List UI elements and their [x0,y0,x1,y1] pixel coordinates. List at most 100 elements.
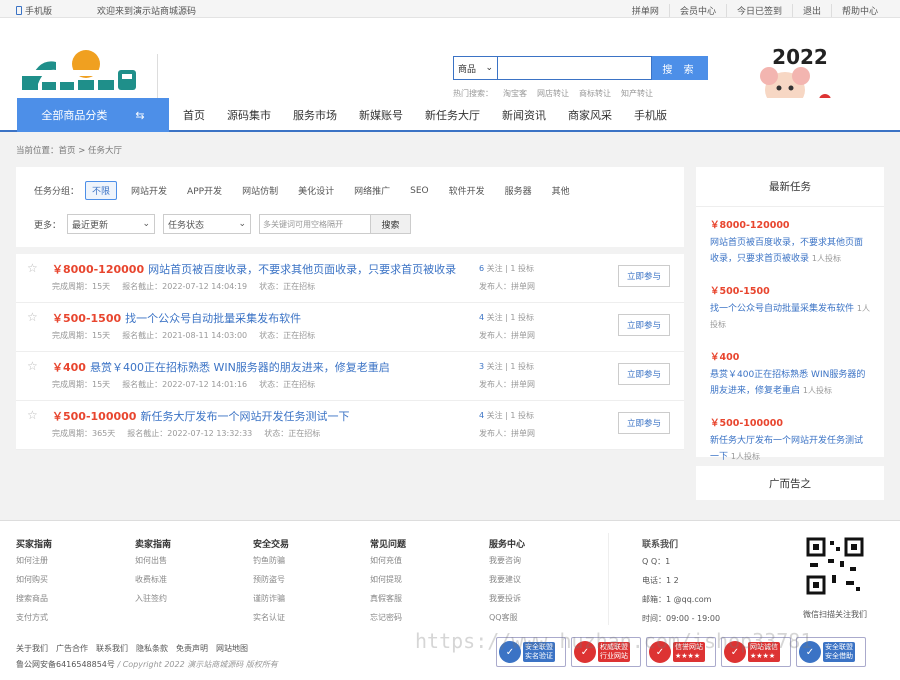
nav-item-home[interactable]: 首页 [183,107,205,123]
top-link-help[interactable]: 帮助中心 [830,4,888,17]
footer-link[interactable]: 入驻签约 [135,593,171,604]
latest-task-item[interactable]: ￥500-100000 新任务大厅发布一个网站开发任务测试一下 1人投标 [710,405,870,471]
top-links: 拼单网 会员中心 今日已签到 退出 帮助中心 [622,4,888,17]
footer-col-faq: 常见问题 如何充值 如何提现 真假客服 忘记密码 [370,540,407,623]
task-title[interactable]: 新任务大厅发布一个网站开发任务测试一下 [140,410,349,423]
filter-chip[interactable]: APP开发 [181,182,228,199]
icp-record: 鲁公网安备6416548854号 / Copyright 2022 演示站商城源… [16,660,278,669]
footer-col-seller: 卖家指南 如何出售 收费标准 入驻签约 [135,540,172,604]
top-link-logout[interactable]: 退出 [791,4,831,17]
filter-chip[interactable]: 网站开发 [125,182,173,199]
swap-arrows-icon: ⇆ [135,108,145,122]
filter-chip[interactable]: 网站仿制 [236,182,284,199]
top-link-pindan[interactable]: 拼单网 [622,4,669,17]
top-link-member[interactable]: 会员中心 [668,4,726,17]
status-select[interactable]: 任务状态 ⌄ [163,214,252,234]
task-title[interactable]: 悬赏￥400正在招标熟悉 WIN服务器的朋友进来，修复老重启 [90,361,390,374]
all-categories-button[interactable]: 全部商品分类 ⇆ [17,98,169,132]
task-title[interactable]: 网站首页被百度收录，不要求其他页面收录，只要求首页被收录 [148,263,456,276]
ad-panel[interactable]: 广而告之 [696,466,884,500]
footer-link[interactable]: 搜索商品 [16,593,52,604]
star-icon[interactable]: ☆ [27,310,38,324]
star-icon[interactable]: ☆ [27,261,38,275]
footer-link[interactable]: QQ客服 [489,612,525,623]
keyword-search-button[interactable]: 搜索 [371,214,412,234]
qr-caption: 微信扫描关注我们 [803,610,867,619]
keyword-input[interactable]: 多关键词可用空格隔开 [259,214,372,234]
task-row: ☆ ￥500-1500 找一个公众号自动批量采集发布软件 完成周期：15天 报名截止… [16,303,684,352]
filter-chip[interactable]: 美化设计 [292,182,340,199]
join-button[interactable]: 立即参与 [618,412,670,434]
latest-task-item[interactable]: ￥500-1500 找一个公众号自动批量采集发布软件 1人投标 [710,273,870,339]
filter-chip[interactable]: 网络推广 [348,182,396,199]
filter-chip[interactable]: 其他 [546,182,576,199]
nav-item-source-market[interactable]: 源码集市 [227,107,271,123]
category-label: 任务分组： [34,187,80,197]
nav-item-mobile[interactable]: 手机版 [634,107,667,123]
welcome-text: 欢迎来到演示站商城源码 [97,7,197,17]
footer-link[interactable]: 我要咨询 [489,555,525,566]
footer-link[interactable]: 如何充值 [370,555,406,566]
task-row: ☆ ￥400 悬赏￥400正在招标熟悉 WIN服务器的朋友进来，修复老重启 完成周… [16,352,684,401]
nav-item-merchants[interactable]: 商家风采 [568,107,612,123]
footer-link[interactable]: 收费标准 [135,574,171,585]
star-icon[interactable]: ☆ [27,359,38,373]
filter-chip[interactable]: 服务器 [499,182,538,199]
footer-bottom-link[interactable]: 免责声明 [176,643,208,654]
latest-tasks-panel: 最新任务 ￥8000-120000 网站首页被百度收录，不要求其他页面收录，只要… [696,167,884,462]
task-row: ☆ ￥500-100000 新任务大厅发布一个网站开发任务测试一下 完成周期：36… [16,401,684,450]
breadcrumb: 当前位置：首页 > 任务大厅 [16,146,123,156]
latest-task-item[interactable]: ￥8000-120000 网站首页被百度收录，不要求其他页面收录，只要求首页被收… [710,207,870,273]
sort-select[interactable]: 最近更新 ⌄ [67,214,156,234]
search-input[interactable] [497,56,652,80]
wechat-qr-code [806,537,864,595]
footer-bottom-link[interactable]: 隐私条款 [136,643,168,654]
footer-link[interactable]: 真假客服 [370,593,406,604]
join-button[interactable]: 立即参与 [618,363,670,385]
search-bar: 商品 ⌄ 搜 索 [453,56,708,80]
footer-col-safety: 安全交易 钓鱼防骗 预防盗号 谨防诈骗 实名认证 [253,540,290,623]
footer-link[interactable]: 忘记密码 [370,612,406,623]
footer-link[interactable]: 我要投诉 [489,593,525,604]
footer-link[interactable]: 如何出售 [135,555,171,566]
site-logo[interactable] [16,42,156,100]
nav-item-news[interactable]: 新闻资讯 [502,107,546,123]
footer-link[interactable]: 钓鱼防骗 [253,555,289,566]
mobile-link[interactable]: 手机版 [16,4,52,17]
filter-chip[interactable]: SEO [404,184,434,198]
header: 商品 ⌄ 搜 索 热门搜索： 淘宝客 网店转让 商标转让 知产转让 2022 [0,18,900,112]
footer-link[interactable]: 如何提现 [370,574,406,585]
more-label: 更多： [34,220,62,231]
footer-bottom-link[interactable]: 网站地图 [216,643,248,654]
latest-task-item[interactable]: ￥400 悬赏￥400正在招标熟悉 WIN服务器的朋友进来，修复老重启 1人投标 [710,339,870,405]
task-title[interactable]: 找一个公众号自动批量采集发布软件 [125,312,301,325]
footer-link[interactable]: 支付方式 [16,612,52,623]
filter-chip-all[interactable]: 不限 [85,181,118,200]
footer-link[interactable]: 我要建议 [489,574,525,585]
footer-bottom-link[interactable]: 广告合作 [56,643,88,654]
footer-link[interactable]: 如何注册 [16,555,52,566]
join-button[interactable]: 立即参与 [618,314,670,336]
top-link-signin[interactable]: 今日已签到 [725,4,792,17]
footer-col-service: 服务中心 我要咨询 我要建议 我要投诉 QQ客服 [489,540,526,623]
footer-bottom-links: 关于我们 广告合作 联系我们 隐私条款 免责声明 网站地图 [16,643,248,654]
footer: 买家指南 如何注册 如何购买 搜索商品 支付方式 卖家指南 如何出售 收费标准 … [0,520,900,680]
footer-bottom-link[interactable]: 关于我们 [16,643,48,654]
footer-link[interactable]: 实名认证 [253,612,289,623]
footer-bottom-link[interactable]: 联系我们 [96,643,128,654]
chevron-down-icon: ⌄ [485,63,493,73]
filter-chip[interactable]: 软件开发 [443,182,491,199]
footer-link[interactable]: 预防盗号 [253,574,289,585]
nav-item-task-hall[interactable]: 新任务大厅 [425,107,480,123]
search-scope-select[interactable]: 商品 ⌄ [453,56,497,80]
chevron-down-icon: ⌄ [238,219,247,229]
join-button[interactable]: 立即参与 [618,265,670,287]
nav-item-service-market[interactable]: 服务市场 [293,107,337,123]
footer-link[interactable]: 如何购买 [16,574,52,585]
footer-link[interactable]: 谨防诈骗 [253,593,289,604]
star-icon[interactable]: ☆ [27,408,38,422]
search-button[interactable]: 搜 索 [652,56,708,80]
footer-col-buyer: 买家指南 如何注册 如何购买 搜索商品 支付方式 [16,540,53,623]
nav-item-media-accounts[interactable]: 新媒账号 [359,107,403,123]
task-filter-panel: 任务分组： 不限 网站开发 APP开发 网站仿制 美化设计 网络推广 SEO 软… [16,167,684,247]
